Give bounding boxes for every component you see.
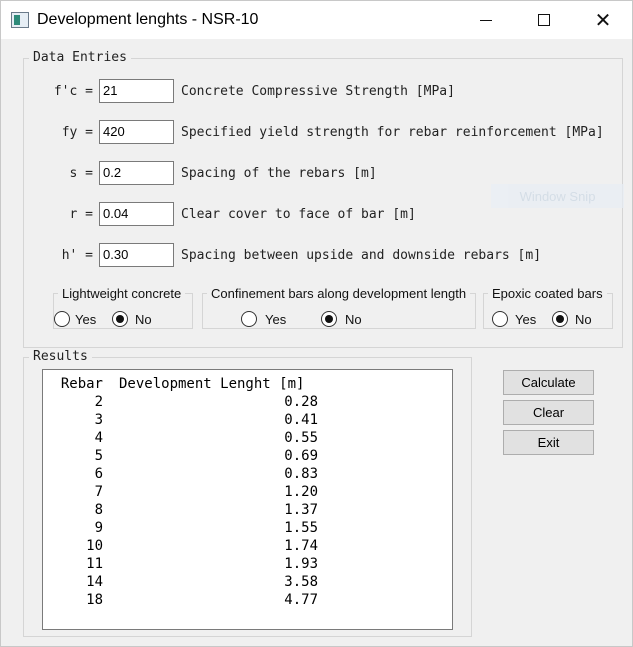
confinement-yes-radio[interactable] xyxy=(241,311,257,327)
length-cell: 0.69 xyxy=(284,448,318,464)
app-icon xyxy=(11,12,29,28)
lightweight-concrete-title: Lightweight concrete xyxy=(58,286,186,301)
r-label: r = xyxy=(69,207,93,222)
length-header: Development Lenght [m] xyxy=(119,376,305,392)
minimize-button[interactable] xyxy=(457,1,515,39)
lightweight-yes-radio[interactable] xyxy=(54,311,70,327)
fc-label: f'c = xyxy=(53,84,93,99)
lightweight-no-radio[interactable] xyxy=(112,311,128,327)
rebar-header: Rebar xyxy=(60,376,103,392)
close-button[interactable]: ✕ xyxy=(574,1,632,39)
h-label: h' = xyxy=(61,248,93,263)
length-cell: 1.37 xyxy=(284,502,318,518)
fy-label: fy = xyxy=(61,125,93,140)
epoxic-no-radio[interactable] xyxy=(552,311,568,327)
results-legend: Results xyxy=(29,349,92,364)
confinement-bars-title: Confinement bars along development lengt… xyxy=(207,286,471,301)
epoxic-coated-title: Epoxic coated bars xyxy=(488,286,607,301)
length-cell: 4.77 xyxy=(284,592,318,608)
lightweight-yes-label[interactable]: Yes xyxy=(75,312,96,327)
fy-description: Specified yield strength for rebar reinf… xyxy=(181,125,604,140)
length-cell: 0.83 xyxy=(284,466,318,482)
title-bar[interactable]: Development lenghts - NSR-10 ✕ xyxy=(1,1,632,39)
length-cell: 1.93 xyxy=(284,556,318,572)
epoxic-yes-label[interactable]: Yes xyxy=(515,312,536,327)
s-input[interactable]: 0.2 xyxy=(99,161,174,185)
lightweight-concrete-group: Lightweight concrete Yes No xyxy=(53,286,193,329)
epoxic-coated-group: Epoxic coated bars Yes No xyxy=(483,286,613,329)
r-description: Clear cover to face of bar [m] xyxy=(181,207,416,222)
app-window: Development lenghts - NSR-10 ✕ Data Entr… xyxy=(0,0,633,647)
maximize-button[interactable] xyxy=(515,1,573,39)
fc-input[interactable]: 21 xyxy=(99,79,174,103)
length-cell: 0.28 xyxy=(284,394,318,410)
epoxic-yes-radio[interactable] xyxy=(492,311,508,327)
close-icon: ✕ xyxy=(594,8,612,32)
s-label: s = xyxy=(69,166,93,181)
fc-description: Concrete Compressive Strength [MPa] xyxy=(181,84,455,99)
results-textbox[interactable]: Rebar Development Lenght [m] 2 0.28 3 0.41 4… xyxy=(42,369,453,630)
maximize-icon xyxy=(538,14,550,26)
calculate-button[interactable]: Calculate xyxy=(503,370,594,395)
r-input[interactable]: 0.04 xyxy=(99,202,174,226)
length-cell: 3.58 xyxy=(284,574,318,590)
epoxic-no-label[interactable]: No xyxy=(575,312,592,327)
s-description: Spacing of the rebars [m] xyxy=(181,166,377,181)
window-title: Development lenghts - NSR-10 xyxy=(37,11,259,28)
h-input[interactable]: 0.30 xyxy=(99,243,174,267)
length-cell: 1.55 xyxy=(284,520,318,536)
confinement-no-label[interactable]: No xyxy=(345,312,362,327)
fy-input[interactable]: 420 xyxy=(99,120,174,144)
length-cell: 0.55 xyxy=(284,430,318,446)
length-cell: 1.20 xyxy=(284,484,318,500)
lightweight-no-label[interactable]: No xyxy=(135,312,152,327)
confinement-no-radio[interactable] xyxy=(321,311,337,327)
exit-button[interactable]: Exit xyxy=(503,430,594,455)
confinement-yes-label[interactable]: Yes xyxy=(265,312,286,327)
clear-button[interactable]: Clear xyxy=(503,400,594,425)
length-cell: 1.74 xyxy=(284,538,318,554)
minimize-icon xyxy=(480,19,492,21)
data-entries-legend: Data Entries xyxy=(29,50,131,65)
confinement-bars-group: Confinement bars along development lengt… xyxy=(202,286,476,329)
h-description: Spacing between upside and downside reba… xyxy=(181,248,542,263)
window-snip-overlay: Window Snip xyxy=(491,184,624,208)
length-cell: 0.41 xyxy=(284,412,318,428)
